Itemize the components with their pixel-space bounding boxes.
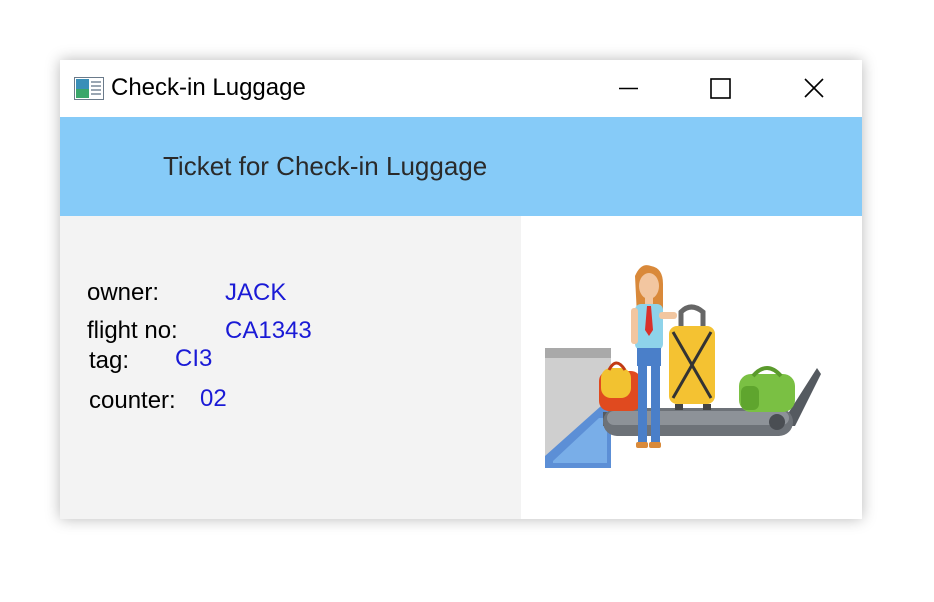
minimize-icon[interactable]	[604, 70, 650, 107]
illustration-panel	[521, 216, 862, 519]
window-app-icon	[74, 77, 104, 100]
flight-no-label: flight no:	[87, 317, 178, 344]
owner-label: owner:	[87, 279, 160, 306]
flight-no-value: CA1343	[225, 317, 312, 344]
title-bar[interactable]: Check-in Luggage	[60, 60, 862, 117]
conveyor-machine	[545, 348, 611, 468]
red-bag	[599, 361, 641, 411]
green-bag	[739, 366, 795, 412]
luggage-conveyor-illustration	[545, 265, 821, 468]
ticket-content: owner: JACK flight no: CA1343 tag: CI3 c…	[60, 216, 862, 519]
maximize-icon[interactable]	[696, 70, 742, 107]
tag-label: tag:	[89, 347, 130, 374]
banner-title: Ticket for Check-in Luggage	[163, 151, 488, 181]
app-window: Check-in Luggage Ticket for Check-in Lug…	[60, 60, 862, 519]
counter-value: 02	[200, 385, 227, 412]
header-banner: Ticket for Check-in Luggage	[60, 117, 862, 216]
ticket-details-panel: owner: JACK flight no: CA1343 tag: CI3 c…	[60, 216, 521, 519]
window-title: Check-in Luggage	[111, 74, 306, 101]
yellow-suitcase	[669, 304, 715, 410]
counter-label: counter:	[89, 387, 176, 414]
owner-value: JACK	[225, 279, 287, 306]
close-icon[interactable]	[790, 70, 836, 107]
tag-value: CI3	[175, 345, 213, 372]
